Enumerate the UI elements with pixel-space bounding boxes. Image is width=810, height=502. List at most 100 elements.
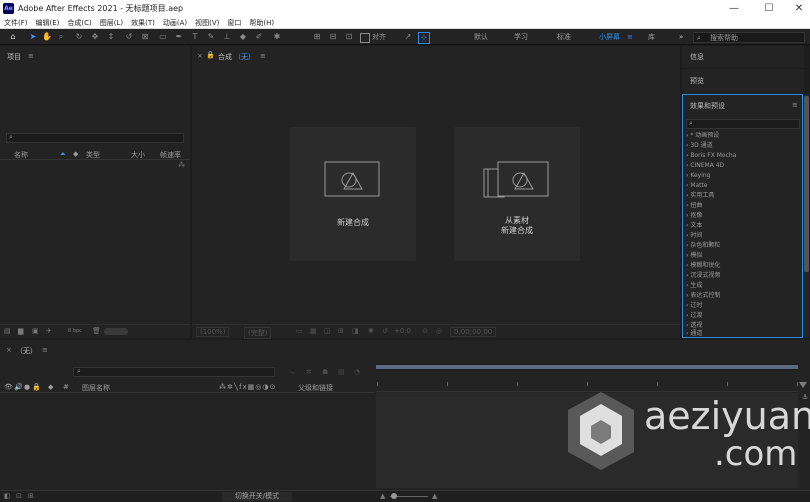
effects-category[interactable]: › Matte [686,181,708,191]
guides-icon[interactable]: ⊞ [338,327,344,335]
more-workspaces-icon[interactable]: » [679,29,683,45]
menu-layer[interactable]: 图层(L) [100,17,123,29]
playhead-marker[interactable] [799,382,807,388]
brush-tool-icon[interactable]: ✎ [206,32,216,42]
workspace-small-screen[interactable]: 小屏幕 [599,29,620,45]
pen-tool-icon[interactable]: ✒ [174,32,184,42]
selection-tool-icon[interactable]: ➤ [28,32,38,42]
project-search-input[interactable]: ⌕ [6,133,184,143]
type-tool-icon[interactable]: T [190,32,200,42]
effects-category[interactable]: › 杂色和颗粒 [686,241,720,251]
effects-category[interactable]: › 模糊和锐化 [686,261,720,271]
effects-category[interactable]: › * 动画预设 [686,131,719,141]
home-icon[interactable]: ⌂ [8,32,18,42]
effects-category[interactable]: › 表达式控制 [686,291,720,301]
menu-composition[interactable]: 合成(C) [67,17,91,29]
audio-icon[interactable]: 🔊 [14,383,23,391]
roto-brush-icon[interactable]: ✐ [254,32,264,42]
column-name[interactable]: 名称 [14,150,28,160]
close-tab-icon[interactable]: × [197,52,203,60]
toggle-switches-modes[interactable]: 切换开关/模式 [222,492,292,501]
clone-tool-icon[interactable]: ⊥ [222,32,232,42]
comp-menu-icon[interactable]: ≡ [260,52,266,60]
column-type[interactable]: 类型 [86,150,100,160]
effects-category[interactable]: › 过渡 [686,311,702,321]
layer-name-column[interactable]: 图层名称 [82,383,110,393]
zoom-slider-handle[interactable] [391,493,397,499]
anchor-tool-icon[interactable]: ⊠ [140,32,150,42]
info-panel-title[interactable]: 信息 [690,52,704,62]
expand-collapse-icon[interactable]: ⊡ [16,492,22,500]
maximize-button[interactable]: ☐ [754,0,784,17]
timeline-menu-icon[interactable]: ≡ [42,346,48,354]
project-menu-icon[interactable]: ≡ [28,52,34,60]
effects-category[interactable]: › 抠像 [686,211,702,221]
workspace-menu-icon[interactable]: ≡ [627,29,633,45]
effects-scrollbar[interactable] [804,94,809,338]
label-tag-icon[interactable]: ◆ [73,150,78,158]
menu-edit[interactable]: 编辑(E) [36,17,60,29]
composition-mini-flowchart-icon[interactable]: ⤷ [290,368,294,377]
effects-category[interactable]: › Keying [686,171,710,181]
layer-search-input[interactable]: ⌕ [73,367,275,377]
column-size[interactable]: 大小 [131,150,145,160]
help-search-input[interactable]: ⌕ 搜索帮助 [693,32,805,43]
mask-visibility-icon[interactable]: ◫ [324,327,331,335]
effects-category[interactable]: › 生成 [686,281,702,291]
snapshot-icon[interactable]: ⊙ [422,327,428,335]
motion-blur-icon[interactable]: ◔ [354,368,360,376]
effects-scrollbar-thumb[interactable] [804,96,809,272]
effects-category[interactable]: › Boris FX Mocha [686,151,736,161]
frame-blending-icon[interactable]: ▤ [338,368,345,376]
effects-category[interactable]: › 通道 [686,329,702,337]
snap-checkbox[interactable] [360,33,370,43]
exposure-icon[interactable]: ✺ [368,327,374,335]
close-tab-icon[interactable]: × [6,346,12,354]
transparency-grid-icon[interactable]: ▦ [310,327,317,335]
current-time-display[interactable]: 0;00;00;00 [450,327,497,337]
render-queue-icon[interactable]: ✈ [46,327,52,335]
sort-up-icon[interactable]: ⏶ [60,150,66,159]
work-area-range[interactable] [376,365,798,369]
menu-effect[interactable]: 效果(T) [131,17,155,29]
reset-exposure-icon[interactable]: ↺ [382,327,388,335]
effects-category[interactable]: › CINEMA 4D [686,161,724,171]
layer-switches-icons[interactable]: ⁂✲╲fx▦◎◑⊙ [219,383,276,391]
render-time-icon[interactable]: ◧ [4,492,11,500]
draft-3d-icon[interactable]: ✲ [306,368,312,376]
workspace-learn[interactable]: 学习 [514,29,528,45]
effects-category[interactable]: › 沉浸式视频 [686,271,720,281]
zoom-in-icon[interactable]: ▲ [432,492,437,500]
workspace-libraries[interactable]: 库 [648,29,655,45]
new-folder-icon[interactable]: ▆ [18,327,23,335]
new-composition-icon[interactable]: ▣ [32,327,39,335]
menu-view[interactable]: 视图(V) [195,17,219,29]
snap-icon[interactable]: ↗ [403,32,413,42]
interpret-footage-icon[interactable]: ▤ [4,327,11,335]
resolution-dropdown[interactable]: (完整) [244,327,272,339]
effects-category[interactable]: › 实用工具 [686,191,714,201]
region-of-interest-icon[interactable]: ▭ [296,327,303,335]
zoom-tool-icon[interactable]: ⌕ [56,32,66,42]
show-snapshot-icon[interactable]: ◎ [436,327,442,335]
exposure-value[interactable]: +0.0 [394,327,411,335]
close-button[interactable]: ✕ [784,0,810,17]
effects-menu-icon[interactable]: ≡ [792,101,798,109]
bit-depth-label[interactable]: 8 bpc [68,328,82,334]
preview-panel-title[interactable]: 预览 [690,76,704,86]
rotation-tool-icon[interactable]: ↺ [124,32,134,42]
effects-category[interactable]: › 过时 [686,301,702,311]
preview-panel[interactable]: 预览 [682,69,804,93]
column-frame-rate[interactable]: 帧速率 [160,150,181,160]
effects-category[interactable]: › 时间 [686,231,702,241]
magnification-dropdown[interactable]: (100%) [196,327,230,337]
dolly-camera-icon[interactable]: ↕ [106,32,116,42]
lock-icon[interactable]: 🔒 [206,51,215,59]
in-out-duration-icon[interactable]: ⊞ [28,492,34,500]
info-panel[interactable]: 信息 [682,46,804,68]
work-area-bar[interactable] [376,364,798,370]
axis-local-icon[interactable]: ⊞ [312,32,322,42]
menu-file[interactable]: 文件(F) [4,17,28,29]
zoom-out-icon[interactable]: ▲ [380,492,385,500]
workspace-default[interactable]: 默认 [474,29,488,45]
